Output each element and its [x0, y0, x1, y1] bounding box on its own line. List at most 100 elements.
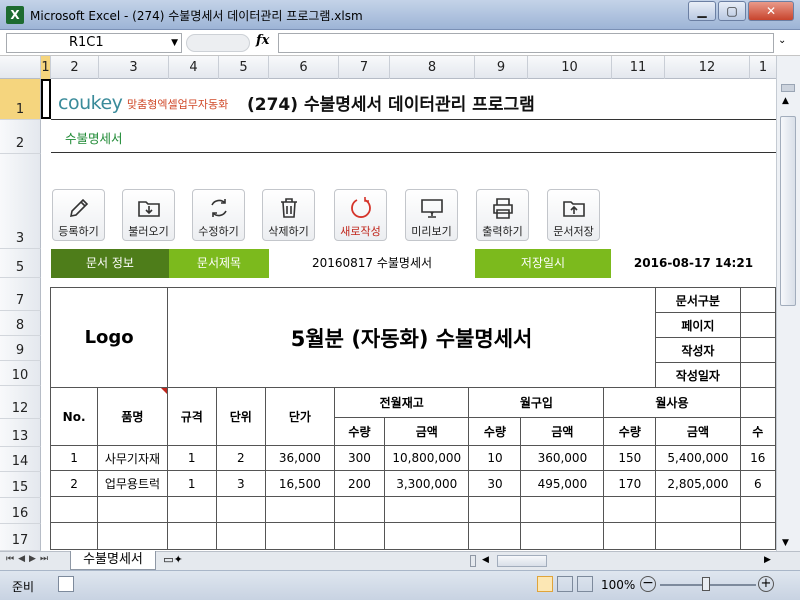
load-button[interactable]: 불러오기	[122, 189, 175, 241]
comment-indicator-icon[interactable]	[160, 388, 167, 394]
cell[interactable]: 495,000	[520, 470, 605, 497]
row-header[interactable]: 8	[0, 311, 41, 336]
register-button[interactable]: 등록하기	[52, 189, 105, 241]
cell[interactable]: 10,800,000	[384, 445, 470, 471]
column-header[interactable]: 3	[99, 56, 169, 79]
scroll-up-icon[interactable]: ▲	[782, 96, 789, 106]
cell[interactable]: 사무기자재	[97, 445, 168, 471]
tab-sheet[interactable]: 수불명세서	[70, 551, 156, 570]
column-header[interactable]: 9	[475, 56, 528, 79]
zoom-in-icon[interactable]: +	[758, 576, 774, 592]
cell[interactable]: 6	[739, 470, 776, 497]
row-header[interactable]: 12	[0, 386, 41, 419]
field-value[interactable]	[739, 287, 776, 313]
row-header[interactable]: 5	[0, 249, 41, 278]
field-value[interactable]	[739, 312, 776, 338]
zoom-slider-thumb[interactable]	[702, 577, 710, 591]
print-button[interactable]: 출력하기	[476, 189, 529, 241]
cell[interactable]: 360,000	[520, 445, 605, 471]
row-header[interactable]: 10	[0, 361, 41, 386]
column-header[interactable]: 8	[390, 56, 475, 79]
field-value[interactable]	[739, 362, 776, 388]
cell[interactable]: 30	[468, 470, 522, 497]
cell[interactable]: 300	[333, 445, 386, 471]
row-header[interactable]: 9	[0, 336, 41, 361]
active-cell[interactable]	[41, 79, 51, 119]
expand-formula-icon[interactable]: ⌄	[778, 35, 786, 46]
column-header[interactable]: 2	[51, 56, 99, 79]
cell[interactable]: 1	[166, 470, 217, 497]
cell[interactable]: 16	[739, 445, 776, 471]
cell[interactable]: 2	[215, 445, 266, 471]
cell[interactable]: 170	[603, 470, 657, 497]
maximize-button[interactable]: ▢	[718, 1, 746, 21]
zoom-level[interactable]: 100%	[601, 578, 635, 592]
column-header[interactable]: 11	[612, 56, 665, 79]
row-header[interactable]: 3	[0, 154, 41, 249]
row-header[interactable]: 15	[0, 472, 41, 498]
row-header[interactable]: 13	[0, 419, 41, 447]
new-document-button[interactable]: 새로작성	[334, 189, 387, 241]
row-header[interactable]: 1	[0, 79, 41, 120]
insert-function-button[interactable]: fx	[256, 33, 269, 48]
cell[interactable]: 3,300,000	[384, 470, 470, 497]
cell[interactable]: 3	[215, 470, 266, 497]
cell[interactable]: 36,000	[264, 445, 335, 471]
formula-input[interactable]	[278, 33, 774, 53]
cell[interactable]: 2,805,000	[655, 470, 741, 497]
scroll-left-icon[interactable]: ◀	[482, 555, 489, 565]
scroll-down-icon[interactable]: ▼	[782, 538, 789, 548]
select-all-button[interactable]	[0, 56, 41, 79]
column-header[interactable]: 5	[219, 56, 269, 79]
cell[interactable]: 1	[166, 445, 217, 471]
column-header[interactable]: 7	[339, 56, 390, 79]
scroll-thumb[interactable]	[780, 116, 796, 306]
column-header[interactable]: 12	[665, 56, 750, 79]
column-header[interactable]: 6	[269, 56, 339, 79]
save-document-button[interactable]: 문서저장	[547, 189, 600, 241]
table-row[interactable]: 1 사무기자재 1 2 36,000 300 10,800,000 10 360…	[49, 445, 776, 471]
cell[interactable]: 1	[49, 445, 99, 471]
page-layout-view-icon[interactable]	[557, 576, 573, 592]
cell[interactable]: 업무용트럭	[97, 470, 168, 497]
chevron-down-icon[interactable]: ▼	[171, 34, 178, 52]
macro-record-icon[interactable]	[58, 576, 74, 592]
formula-cancel-enter[interactable]	[186, 34, 250, 52]
row-header[interactable]: 7	[0, 278, 41, 311]
vertical-scrollbar[interactable]: ▲ ▼	[776, 56, 800, 551]
scroll-right-icon[interactable]: ▶	[764, 555, 771, 565]
edit-button[interactable]: 수정하기	[192, 189, 245, 241]
column-header[interactable]: 4	[169, 56, 219, 79]
page-break-view-icon[interactable]	[577, 576, 593, 592]
row-header[interactable]: 16	[0, 498, 41, 524]
row-header[interactable]: 17	[0, 524, 41, 551]
table-row[interactable]: 2 업무용트럭 1 3 16,500 200 3,300,000 30 495,…	[49, 470, 776, 497]
cell[interactable]: 2	[49, 470, 99, 497]
tab-split-handle[interactable]	[470, 555, 476, 567]
minimize-button[interactable]: ▁	[688, 1, 716, 21]
insert-sheet-icon[interactable]: ▭✦	[160, 553, 186, 569]
cell[interactable]: 10	[468, 445, 522, 471]
close-button[interactable]: ✕	[748, 1, 794, 21]
tab-nav-arrows-icon[interactable]: ⏮◀▶⏭	[6, 554, 52, 564]
row-header[interactable]: 14	[0, 447, 41, 472]
normal-view-icon[interactable]	[537, 576, 553, 592]
column-header[interactable]: 1	[750, 56, 776, 79]
preview-button[interactable]: 미리보기	[405, 189, 458, 241]
table-row[interactable]	[49, 496, 776, 523]
cell[interactable]: 150	[603, 445, 657, 471]
cell[interactable]: 5,400,000	[655, 445, 741, 471]
column-header[interactable]: 1	[41, 56, 51, 79]
column-header[interactable]: 10	[528, 56, 612, 79]
doc-title-value[interactable]: 20160817 수불명세서	[269, 249, 475, 278]
cell[interactable]: 16,500	[264, 470, 335, 497]
cell[interactable]: 200	[333, 470, 386, 497]
split-handle[interactable]	[781, 84, 795, 92]
horizontal-scroll-thumb[interactable]	[497, 555, 547, 567]
delete-button[interactable]: 삭제하기	[262, 189, 315, 241]
row-header[interactable]: 2	[0, 120, 41, 154]
name-box[interactable]: R1C1 ▼	[6, 33, 182, 53]
excel-icon[interactable]: X	[6, 6, 24, 24]
field-value[interactable]	[739, 337, 776, 363]
table-row[interactable]	[49, 522, 776, 550]
